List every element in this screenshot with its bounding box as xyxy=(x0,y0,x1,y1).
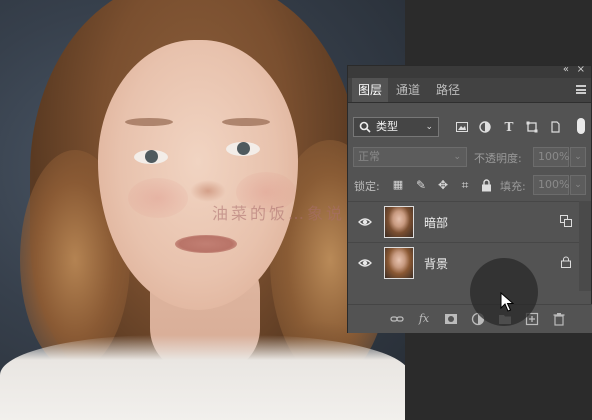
tab-channels[interactable]: 通道 xyxy=(390,78,426,102)
watermark: 油菜的饭…象说 xyxy=(212,204,346,223)
left-brow xyxy=(125,118,173,126)
filter-kind-label: 类型 xyxy=(376,120,398,133)
tab-paths[interactable]: 路径 xyxy=(430,78,466,102)
layer-thumbnail xyxy=(384,206,414,238)
lock-label: 锁定: xyxy=(354,180,380,193)
filter-kind-select[interactable]: 类型 ⌄ xyxy=(353,117,439,137)
fill-input[interactable]: 100% xyxy=(533,175,569,195)
right-eye xyxy=(226,142,260,156)
filter-row: 类型 ⌄ T xyxy=(348,114,592,140)
blend-mode-select[interactable]: 正常 ⌄ xyxy=(353,147,467,167)
layer-name: 暗部 xyxy=(424,216,449,230)
fill-dropdown-icon[interactable]: ⌄ xyxy=(570,175,586,195)
left-cheek xyxy=(128,178,188,218)
tab-layers[interactable]: 图层 xyxy=(352,78,388,102)
lock-artboard-icon[interactable]: ⌗ xyxy=(458,178,472,192)
lock-all-icon[interactable] xyxy=(481,179,492,192)
mouse-cursor-icon xyxy=(500,292,514,312)
linked-layer-icon xyxy=(560,215,572,227)
adjustment-filter-icon[interactable] xyxy=(479,121,491,133)
link-layers-icon[interactable] xyxy=(390,312,404,326)
filter-toggle-icon[interactable] xyxy=(577,118,585,134)
right-brow xyxy=(222,118,270,126)
left-eye xyxy=(134,150,168,164)
lock-transparent-pixels-icon[interactable]: ▦ xyxy=(391,178,405,192)
fill-label: 填充: xyxy=(500,180,526,193)
panel-topbar: « × xyxy=(348,64,591,78)
mask-icon[interactable] xyxy=(444,312,458,326)
dress xyxy=(0,335,410,420)
panel-tabs: 图层 通道 路径 xyxy=(348,78,591,103)
search-icon xyxy=(359,121,371,133)
nose xyxy=(190,180,226,202)
panel-menu-icon[interactable] xyxy=(576,85,586,94)
layer-row[interactable]: 暗部 xyxy=(348,201,580,242)
blend-row: 正常 ⌄ 不透明度: 100% ⌄ xyxy=(348,145,592,169)
lock-row: 锁定: ▦ ✎ ✥ ⌗ 填充: 100% ⌄ xyxy=(348,173,592,197)
text-filter-icon[interactable]: T xyxy=(502,120,516,134)
close-panel-icon[interactable]: × xyxy=(577,64,585,75)
delete-icon[interactable] xyxy=(552,312,566,326)
chevron-down-icon: ⌄ xyxy=(453,152,461,162)
visibility-eye-icon[interactable] xyxy=(358,215,372,229)
layers-bottom-toolbar: fx xyxy=(348,304,592,333)
fx-icon[interactable]: fx xyxy=(417,312,431,326)
opacity-dropdown-icon[interactable]: ⌄ xyxy=(570,147,586,167)
layer-thumbnail xyxy=(384,247,414,279)
smart-object-filter-icon[interactable] xyxy=(549,121,561,133)
lock-position-icon[interactable]: ✥ xyxy=(436,178,450,192)
opacity-input[interactable]: 100% xyxy=(533,147,569,167)
visibility-eye-icon[interactable] xyxy=(358,256,372,270)
collapse-panel-icon[interactable]: « xyxy=(563,64,569,75)
blend-mode-value: 正常 xyxy=(358,150,380,163)
lips xyxy=(175,235,237,253)
layers-scrollbar[interactable] xyxy=(579,201,591,291)
layer-row[interactable]: 背景 xyxy=(348,242,580,283)
layer-name: 背景 xyxy=(424,257,449,271)
image-filter-icon[interactable] xyxy=(456,121,468,133)
lock-icon[interactable] xyxy=(560,256,572,268)
lock-image-pixels-icon[interactable]: ✎ xyxy=(414,178,428,192)
chevron-down-icon: ⌄ xyxy=(425,122,433,132)
opacity-label: 不透明度: xyxy=(474,152,522,165)
shape-filter-icon[interactable] xyxy=(526,121,538,133)
